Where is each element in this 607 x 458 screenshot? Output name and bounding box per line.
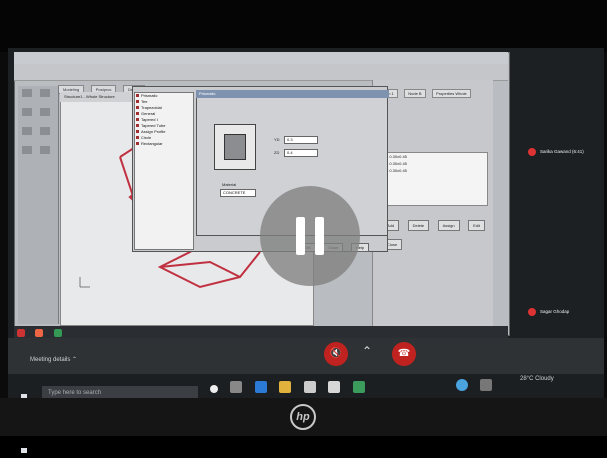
- section-shape-icon: [224, 134, 246, 160]
- end-call-icon[interactable]: ☎: [392, 342, 416, 366]
- hp-logo: hp: [290, 404, 316, 430]
- teams-icon[interactable]: [456, 379, 468, 391]
- participant-tile[interactable]: Sarika Gawand (6:41): [528, 148, 607, 156]
- tree-item[interactable]: Rectangular: [135, 141, 193, 147]
- section-list[interactable]: Rect 0.30x0.45 Rect 0.30x0.45 Rect 0.30x…: [376, 152, 488, 206]
- edge-icon[interactable]: [254, 381, 267, 393]
- panel-button-row: Add Delete Assign Edit Close: [380, 214, 488, 252]
- yd-field[interactable]: 0.3: [284, 136, 318, 144]
- mic-off-icon[interactable]: 🔇: [324, 342, 348, 366]
- assign-button[interactable]: Assign: [437, 220, 460, 231]
- palette-tool[interactable]: [40, 89, 50, 97]
- delete-button[interactable]: Delete: [407, 220, 430, 231]
- app-icon[interactable]: [352, 381, 365, 393]
- avatar: [528, 148, 536, 156]
- app-icon[interactable]: [35, 329, 44, 337]
- taskbar-apps: [206, 380, 369, 398]
- tray-icons: [452, 378, 496, 396]
- windows-start-icon[interactable]: [20, 386, 32, 453]
- edit-button[interactable]: Edit: [468, 220, 485, 231]
- left-tool-palette: [18, 86, 59, 324]
- task-view-icon[interactable]: [230, 381, 243, 393]
- weather-widget[interactable]: 28°C Cloudy: [520, 376, 554, 382]
- zd-label: ZD: [274, 150, 280, 155]
- panel-tab-node[interactable]: Node B: [404, 89, 426, 98]
- chevron-icon: ⌃: [362, 344, 373, 358]
- mail-icon[interactable]: [328, 381, 341, 393]
- remote-taskbar: [14, 326, 508, 338]
- dialog-title: Prismatic: [196, 90, 389, 98]
- search-icon[interactable]: [210, 385, 218, 393]
- material-select[interactable]: CONCRETE: [220, 189, 256, 197]
- meeting-details-label: Meeting details: [30, 357, 71, 363]
- palette-tool[interactable]: [22, 127, 32, 135]
- meeting-details-link[interactable]: Meeting details ⌃: [30, 356, 77, 363]
- palette-tool[interactable]: [40, 108, 50, 116]
- app-icon[interactable]: [53, 329, 62, 337]
- pause-icon[interactable]: [260, 186, 360, 286]
- participant-tile[interactable]: Sagar Ghodap: [528, 308, 607, 316]
- palette-tool[interactable]: [22, 108, 32, 116]
- list-item[interactable]: Rect 0.30x0.45: [377, 153, 487, 160]
- participant-name: Sarika Gawand (6:41): [540, 149, 584, 155]
- yd-label: YD: [274, 137, 280, 142]
- app-icon[interactable]: [17, 329, 25, 337]
- zd-field[interactable]: 0.4: [284, 149, 318, 157]
- palette-tool[interactable]: [40, 127, 50, 135]
- material-checkbox-label[interactable]: Material: [222, 182, 236, 187]
- list-item[interactable]: Rect 0.30x0.45: [377, 167, 487, 174]
- avatar: [528, 308, 536, 316]
- palette-tool[interactable]: [40, 146, 50, 154]
- palette-tool[interactable]: [22, 146, 32, 154]
- pause-bar: [296, 217, 305, 255]
- section-type-tree[interactable]: Prismatic Tee Trapezoidal General Tapere…: [134, 92, 194, 250]
- list-item[interactable]: Rect 0.30x0.45: [377, 160, 487, 167]
- folder-icon[interactable]: [279, 381, 292, 393]
- laptop-lid: [0, 0, 607, 52]
- pen-icon[interactable]: [480, 379, 493, 391]
- chevron-up-icon: ⌃: [72, 357, 78, 363]
- palette-tool[interactable]: [22, 89, 32, 97]
- pause-bar: [315, 217, 324, 255]
- participant-name: Sagar Ghodap: [540, 309, 570, 315]
- store-icon[interactable]: [303, 381, 316, 393]
- call-control-bar: [8, 338, 604, 374]
- panel-tab-properties[interactable]: Properties Whole: [432, 89, 471, 98]
